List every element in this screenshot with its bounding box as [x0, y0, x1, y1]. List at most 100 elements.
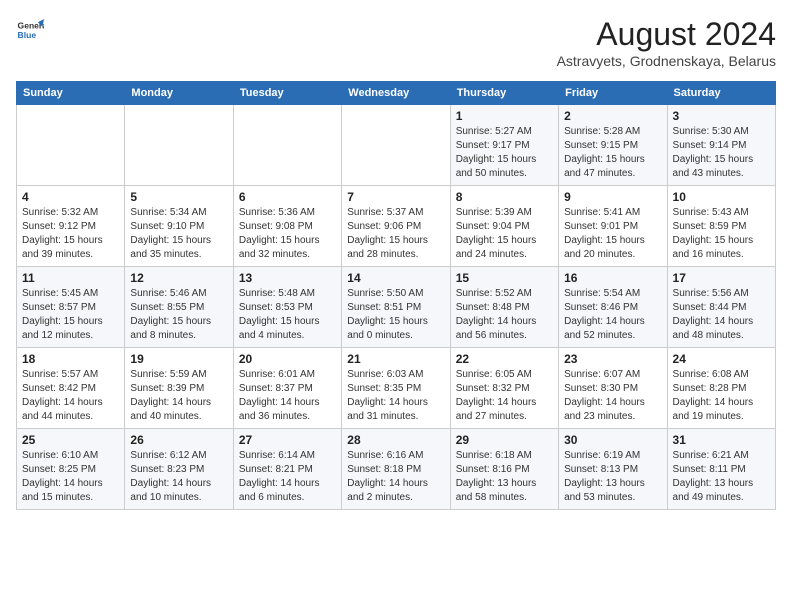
calendar-cell: 25 Sunrise: 6:10 AM Sunset: 8:25 PM Dayli…: [17, 429, 125, 510]
week-row-4: 18Sunrise: 5:57 AM Sunset: 8:42 PM Dayli…: [17, 348, 776, 429]
calendar-cell: 15Sunrise: 5:52 AM Sunset: 8:48 PM Dayli…: [450, 267, 558, 348]
day-info: Sunrise: 5:34 AM Sunset: 9:10 PM Dayligh…: [130, 206, 227, 262]
day-number: 25: [22, 433, 119, 447]
calendar-cell: 31Sunrise: 6:21 AM Sunset: 8:11 PM Dayli…: [667, 429, 775, 510]
day-info: Sunrise: 6:18 AM Sunset: 8:16 PM Dayligh…: [456, 449, 553, 505]
day-number: 14: [347, 271, 444, 285]
day-info: Sunrise: 5:27 AM Sunset: 9:17 PM Dayligh…: [456, 125, 553, 181]
header-row: SundayMondayTuesdayWednesdayThursdayFrid…: [17, 82, 776, 105]
day-info: Sunrise: 5:36 AM Sunset: 9:08 PM Dayligh…: [239, 206, 336, 262]
day-info: Sunrise: 5:37 AM Sunset: 9:06 PM Dayligh…: [347, 206, 444, 262]
day-number: 15: [456, 271, 553, 285]
day-info: Sunrise: 6:12 AM Sunset: 8:23 PM Dayligh…: [130, 449, 227, 505]
calendar-cell: 30 Sunrise: 6:19 AM Sunset: 8:13 PM Dayli…: [559, 429, 667, 510]
calendar-cell: 8 Sunrise: 5:39 AM Sunset: 9:04 PM Daylig…: [450, 186, 558, 267]
header-cell-saturday: Saturday: [667, 82, 775, 105]
svg-text:Blue: Blue: [18, 30, 37, 40]
day-info: Sunrise: 6:19 AM Sunset: 8:13 PM Dayligh…: [564, 449, 661, 505]
calendar-cell: 14 Sunrise: 5:50 AM Sunset: 8:51 PM Dayli…: [342, 267, 450, 348]
day-number: 26: [130, 433, 227, 447]
calendar-cell: 27 Sunrise: 6:14 AM Sunset: 8:21 PM Dayli…: [233, 429, 341, 510]
day-info: Sunrise: 5:30 AM Sunset: 9:14 PM Dayligh…: [673, 125, 770, 181]
week-row-5: 25 Sunrise: 6:10 AM Sunset: 8:25 PM Dayli…: [17, 429, 776, 510]
day-info: Sunrise: 5:59 AM Sunset: 8:39 PM Dayligh…: [130, 368, 227, 424]
day-info: Sunrise: 5:45 AM Sunset: 8:57 PM Dayligh…: [22, 287, 119, 343]
logo-icon: General Blue: [16, 16, 44, 44]
day-number: 6: [239, 190, 336, 204]
week-row-1: 1 Sunrise: 5:27 AM Sunset: 9:17 PM Daylig…: [17, 105, 776, 186]
day-number: 19: [130, 352, 227, 366]
day-number: 11: [22, 271, 119, 285]
calendar-cell: 19 Sunrise: 5:59 AM Sunset: 8:39 PM Dayli…: [125, 348, 233, 429]
day-info: Sunrise: 5:39 AM Sunset: 9:04 PM Dayligh…: [456, 206, 553, 262]
header-cell-monday: Monday: [125, 82, 233, 105]
calendar-cell: 10 Sunrise: 5:43 AM Sunset: 8:59 PM Dayli…: [667, 186, 775, 267]
day-info: Sunrise: 6:08 AM Sunset: 8:28 PM Dayligh…: [673, 368, 770, 424]
day-number: 24: [673, 352, 770, 366]
day-number: 21: [347, 352, 444, 366]
day-info: Sunrise: 6:05 AM Sunset: 8:32 PM Dayligh…: [456, 368, 553, 424]
day-number: 1: [456, 109, 553, 123]
calendar-header: SundayMondayTuesdayWednesdayThursdayFrid…: [17, 82, 776, 105]
day-info: Sunrise: 6:10 AM Sunset: 8:25 PM Dayligh…: [22, 449, 119, 505]
calendar-cell: 18Sunrise: 5:57 AM Sunset: 8:42 PM Dayli…: [17, 348, 125, 429]
calendar-cell: 11 Sunrise: 5:45 AM Sunset: 8:57 PM Dayli…: [17, 267, 125, 348]
day-info: Sunrise: 5:50 AM Sunset: 8:51 PM Dayligh…: [347, 287, 444, 343]
header-cell-friday: Friday: [559, 82, 667, 105]
calendar-cell: 26 Sunrise: 6:12 AM Sunset: 8:23 PM Dayli…: [125, 429, 233, 510]
header-cell-thursday: Thursday: [450, 82, 558, 105]
day-number: 10: [673, 190, 770, 204]
day-info: Sunrise: 6:03 AM Sunset: 8:35 PM Dayligh…: [347, 368, 444, 424]
day-info: Sunrise: 5:46 AM Sunset: 8:55 PM Dayligh…: [130, 287, 227, 343]
calendar-cell: 28Sunrise: 6:16 AM Sunset: 8:18 PM Dayli…: [342, 429, 450, 510]
day-info: Sunrise: 6:07 AM Sunset: 8:30 PM Dayligh…: [564, 368, 661, 424]
page-header: General Blue August 2024 Astravyets, Gro…: [16, 16, 776, 69]
calendar-cell: 6 Sunrise: 5:36 AM Sunset: 9:08 PM Daylig…: [233, 186, 341, 267]
day-number: 30: [564, 433, 661, 447]
header-cell-tuesday: Tuesday: [233, 82, 341, 105]
day-number: 3: [673, 109, 770, 123]
day-info: Sunrise: 5:41 AM Sunset: 9:01 PM Dayligh…: [564, 206, 661, 262]
day-info: Sunrise: 6:01 AM Sunset: 8:37 PM Dayligh…: [239, 368, 336, 424]
header-cell-sunday: Sunday: [17, 82, 125, 105]
calendar-cell: 17Sunrise: 5:56 AM Sunset: 8:44 PM Dayli…: [667, 267, 775, 348]
calendar-cell: 23Sunrise: 6:07 AM Sunset: 8:30 PM Dayli…: [559, 348, 667, 429]
calendar-table: SundayMondayTuesdayWednesdayThursdayFrid…: [16, 81, 776, 510]
page-title: August 2024: [557, 16, 776, 53]
day-number: 2: [564, 109, 661, 123]
day-info: Sunrise: 6:14 AM Sunset: 8:21 PM Dayligh…: [239, 449, 336, 505]
calendar-body: 1 Sunrise: 5:27 AM Sunset: 9:17 PM Daylig…: [17, 105, 776, 510]
day-info: Sunrise: 5:32 AM Sunset: 9:12 PM Dayligh…: [22, 206, 119, 262]
day-info: Sunrise: 6:21 AM Sunset: 8:11 PM Dayligh…: [673, 449, 770, 505]
calendar-cell: [125, 105, 233, 186]
calendar-cell: [233, 105, 341, 186]
week-row-2: 4 Sunrise: 5:32 AM Sunset: 9:12 PM Daylig…: [17, 186, 776, 267]
day-number: 29: [456, 433, 553, 447]
day-info: Sunrise: 5:28 AM Sunset: 9:15 PM Dayligh…: [564, 125, 661, 181]
day-number: 5: [130, 190, 227, 204]
header-cell-wednesday: Wednesday: [342, 82, 450, 105]
day-info: Sunrise: 5:43 AM Sunset: 8:59 PM Dayligh…: [673, 206, 770, 262]
day-number: 20: [239, 352, 336, 366]
calendar-cell: 12 Sunrise: 5:46 AM Sunset: 8:55 PM Dayli…: [125, 267, 233, 348]
title-block: August 2024 Astravyets, Grodnenskaya, Be…: [557, 16, 776, 69]
day-number: 9: [564, 190, 661, 204]
calendar-cell: 24 Sunrise: 6:08 AM Sunset: 8:28 PM Dayli…: [667, 348, 775, 429]
calendar-cell: 29 Sunrise: 6:18 AM Sunset: 8:16 PM Dayli…: [450, 429, 558, 510]
day-number: 4: [22, 190, 119, 204]
day-number: 28: [347, 433, 444, 447]
day-number: 12: [130, 271, 227, 285]
day-number: 16: [564, 271, 661, 285]
calendar-cell: 7 Sunrise: 5:37 AM Sunset: 9:06 PM Daylig…: [342, 186, 450, 267]
page-subtitle: Astravyets, Grodnenskaya, Belarus: [557, 53, 776, 69]
calendar-cell: [17, 105, 125, 186]
calendar-cell: 21 Sunrise: 6:03 AM Sunset: 8:35 PM Dayli…: [342, 348, 450, 429]
day-info: Sunrise: 5:48 AM Sunset: 8:53 PM Dayligh…: [239, 287, 336, 343]
day-number: 27: [239, 433, 336, 447]
calendar-cell: 5 Sunrise: 5:34 AM Sunset: 9:10 PM Daylig…: [125, 186, 233, 267]
day-number: 17: [673, 271, 770, 285]
calendar-cell: 20 Sunrise: 6:01 AM Sunset: 8:37 PM Dayli…: [233, 348, 341, 429]
day-number: 8: [456, 190, 553, 204]
day-number: 7: [347, 190, 444, 204]
calendar-cell: 2 Sunrise: 5:28 AM Sunset: 9:15 PM Daylig…: [559, 105, 667, 186]
